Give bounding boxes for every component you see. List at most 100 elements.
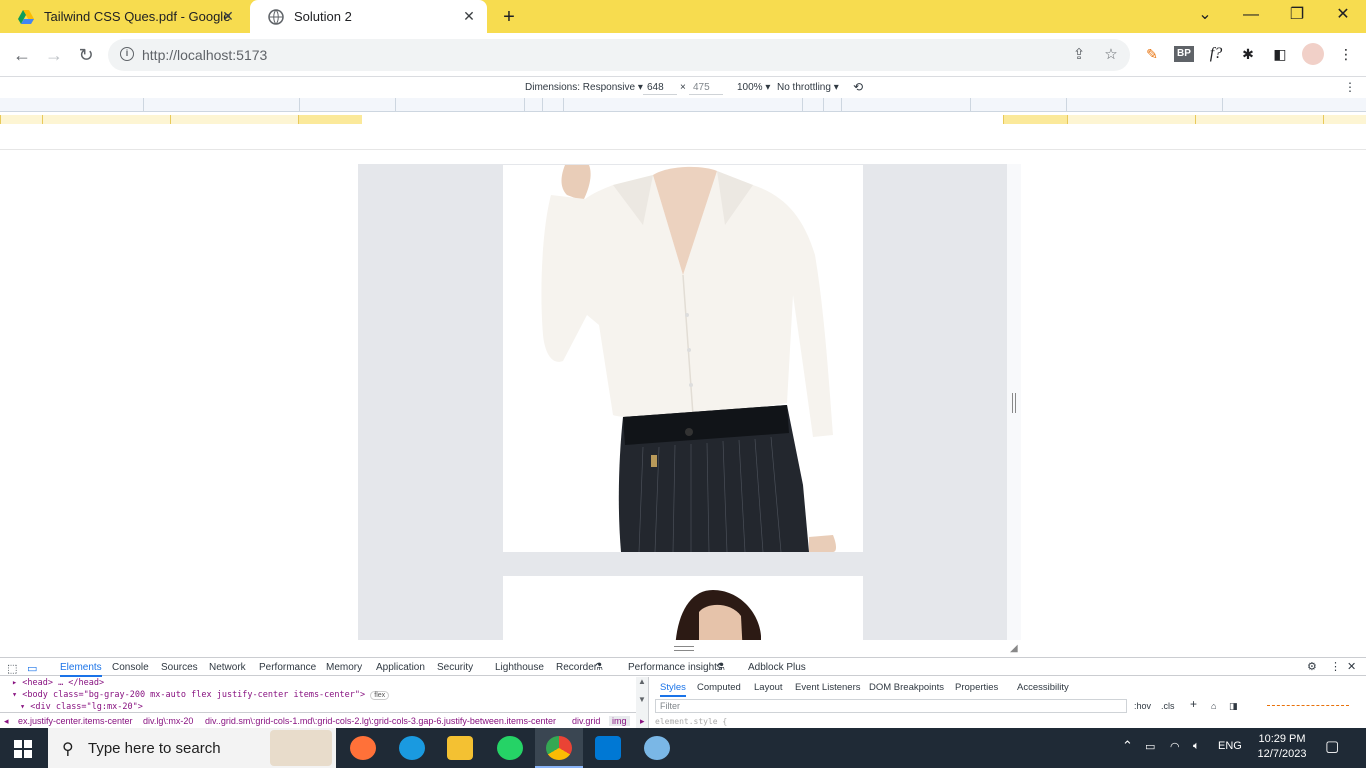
tab-network[interactable]: Network xyxy=(209,662,246,673)
box-model-preview xyxy=(1267,680,1349,706)
color-picker-extension-icon[interactable]: ✎ xyxy=(1142,43,1162,65)
site-info-icon[interactable]: i xyxy=(120,47,134,61)
share-icon[interactable]: ⇪ xyxy=(1070,46,1088,64)
clock[interactable]: 10:29 PM 12/7/2023 xyxy=(1252,732,1312,762)
device-toggle-icon[interactable]: ▭ xyxy=(27,662,37,675)
tab-solution[interactable]: Solution 2 ✕ xyxy=(250,0,487,33)
breadcrumb-item[interactable]: div.grid xyxy=(572,716,600,726)
paint-app-icon[interactable] xyxy=(644,736,670,760)
emulated-viewport xyxy=(358,164,1007,640)
bookmark-star-icon[interactable]: ☆ xyxy=(1102,46,1120,64)
dom-node-body[interactable]: ▾ <body class="bg-gray-200 mx-auto flex … xyxy=(0,689,636,701)
elements-tree: ▸ <head> … </head> ▾ <body class="bg-gra… xyxy=(0,677,636,717)
chrome-taskbar-active[interactable] xyxy=(535,728,583,768)
menu-kebab-icon[interactable]: ⋮ xyxy=(1336,43,1356,65)
minimize-button[interactable]: — xyxy=(1228,0,1274,33)
dom-node-head[interactable]: ▸ <head> … </head> xyxy=(0,677,636,689)
throttling-select[interactable]: No throttling ▾ xyxy=(777,82,839,93)
extensions-puzzle-icon[interactable]: ✱ xyxy=(1238,43,1258,65)
breadcrumb-item[interactable]: ex.justify-center.items-center xyxy=(18,716,133,726)
tab-properties[interactable]: Properties xyxy=(955,682,998,693)
forward-arrow-icon[interactable]: → xyxy=(42,43,66,67)
zoom-select[interactable]: 100% ▾ xyxy=(737,82,770,93)
breadcrumb-item[interactable]: div..grid.sm\:grid-cols-1.md\:grid-cols-… xyxy=(205,716,556,726)
firefox-icon[interactable] xyxy=(350,736,376,760)
function-extension-icon[interactable]: f? xyxy=(1206,43,1226,65)
tray-expand-icon[interactable]: ⌃ xyxy=(1122,738,1133,754)
new-rule-icon[interactable]: + xyxy=(1190,697,1197,711)
breadcrumb-scroll-right[interactable]: ▸ xyxy=(640,716,645,727)
wifi-icon[interactable]: ◠ xyxy=(1170,740,1180,753)
file-explorer-icon[interactable] xyxy=(447,736,473,760)
tab-memory[interactable]: Memory xyxy=(326,662,362,673)
tab-application[interactable]: Application xyxy=(376,662,425,673)
address-bar[interactable]: i http://localhost:5173 ⇪ ☆ xyxy=(108,39,1130,71)
close-tab-icon[interactable]: ✕ xyxy=(220,8,236,24)
close-tab-icon[interactable]: ✕ xyxy=(461,8,477,24)
whatsapp-icon[interactable] xyxy=(497,736,523,760)
tab-performance[interactable]: Performance xyxy=(259,662,316,673)
tab-performance-insights[interactable]: Performance insights xyxy=(628,662,722,673)
tab-console[interactable]: Console xyxy=(112,662,149,673)
tab-computed[interactable]: Computed xyxy=(697,682,741,693)
new-tab-button[interactable]: + xyxy=(498,6,520,28)
tab-event-listeners[interactable]: Event Listeners xyxy=(795,682,860,693)
width-input[interactable]: 648 xyxy=(643,80,677,95)
sidebar-toggle-icon[interactable]: ◨ xyxy=(1229,701,1238,712)
taskbar-search[interactable]: ⚲ Type here to search xyxy=(48,728,336,768)
tab-title: Solution 2 xyxy=(294,9,352,24)
settings-gear-icon[interactable]: ⚙ xyxy=(1307,660,1317,673)
breadcrumb-scroll-left[interactable]: ◂ xyxy=(4,716,9,727)
tab-styles[interactable]: Styles xyxy=(660,682,686,697)
tab-accessibility[interactable]: Accessibility xyxy=(1017,682,1069,693)
tab-elements[interactable]: Elements xyxy=(60,662,102,677)
flask-icon: ⚗ xyxy=(594,662,603,673)
close-devtools-icon[interactable]: ✕ xyxy=(1347,660,1356,673)
volume-icon[interactable]: 🔈︎ xyxy=(1193,740,1200,753)
edge-icon[interactable] xyxy=(399,736,425,760)
rotate-icon[interactable]: ⟲ xyxy=(853,80,863,94)
side-panel-icon[interactable]: ◧ xyxy=(1270,43,1290,65)
inspect-element-icon[interactable]: ⬚ xyxy=(7,662,17,675)
resize-handle-corner[interactable]: ◢ xyxy=(1010,643,1018,654)
styles-filter-input[interactable]: Filter xyxy=(655,699,1127,713)
notification-icon[interactable]: ▢ xyxy=(1325,737,1339,755)
clock-time: 10:29 PM xyxy=(1258,733,1306,745)
cls-toggle[interactable]: .cls xyxy=(1161,701,1175,711)
resize-handle-right[interactable] xyxy=(1012,393,1016,413)
tab-dom-breakpoints[interactable]: DOM Breakpoints xyxy=(869,682,944,693)
tab-search-icon[interactable]: ⌄ xyxy=(1182,0,1228,33)
paint-icon[interactable]: ⌂ xyxy=(1211,701,1216,711)
profile-avatar-icon[interactable] xyxy=(1302,43,1324,65)
flex-badge[interactable]: flex xyxy=(370,691,390,700)
resize-handle-bottom[interactable] xyxy=(674,646,694,651)
devtools-more-icon[interactable]: ⋮ xyxy=(1330,660,1341,673)
breadcrumb: ◂ ex.justify-center.items-center div.lg\… xyxy=(0,712,645,728)
device-more-icon[interactable]: ⋮ xyxy=(1344,80,1356,94)
tab-pdf[interactable]: Tailwind CSS Ques.pdf - Google ✕ xyxy=(0,0,246,33)
tab-layout[interactable]: Layout xyxy=(754,682,783,693)
search-placeholder: Type here to search xyxy=(88,740,221,757)
close-window-button[interactable]: ✕ xyxy=(1320,0,1366,33)
tab-sources[interactable]: Sources xyxy=(161,662,198,673)
tab-lighthouse[interactable]: Lighthouse xyxy=(495,662,544,673)
tab-adblock-plus[interactable]: Adblock Plus xyxy=(748,662,806,673)
restore-button[interactable]: ❐ xyxy=(1274,0,1320,33)
reload-icon[interactable]: ↻ xyxy=(74,43,98,67)
breadcrumb-item[interactable]: div.lg\:mx-20 xyxy=(143,716,193,726)
windows-taskbar: ⚲ Type here to search ⌃ ▭ ◠ 🔈︎ ENG 10:29… xyxy=(0,728,1366,768)
tab-recorder[interactable]: Recorder xyxy=(556,662,597,673)
vscode-icon[interactable] xyxy=(595,736,621,760)
url-text: http://localhost:5173 xyxy=(142,47,268,63)
back-arrow-icon[interactable]: ← xyxy=(10,43,34,67)
dimensions-select[interactable]: Dimensions: Responsive ▾ xyxy=(525,82,643,93)
bp-extension-icon[interactable]: BP xyxy=(1174,46,1194,62)
tab-security[interactable]: Security xyxy=(437,662,473,673)
battery-icon[interactable]: ▭ xyxy=(1145,740,1155,753)
height-input[interactable]: 475 xyxy=(689,80,723,95)
breadcrumb-item-selected[interactable]: img xyxy=(609,716,630,726)
element-style-rule: element.style { xyxy=(655,717,728,726)
hov-toggle[interactable]: :hov xyxy=(1134,701,1151,711)
windows-start-icon[interactable] xyxy=(14,740,32,758)
language-indicator[interactable]: ENG xyxy=(1218,740,1242,752)
